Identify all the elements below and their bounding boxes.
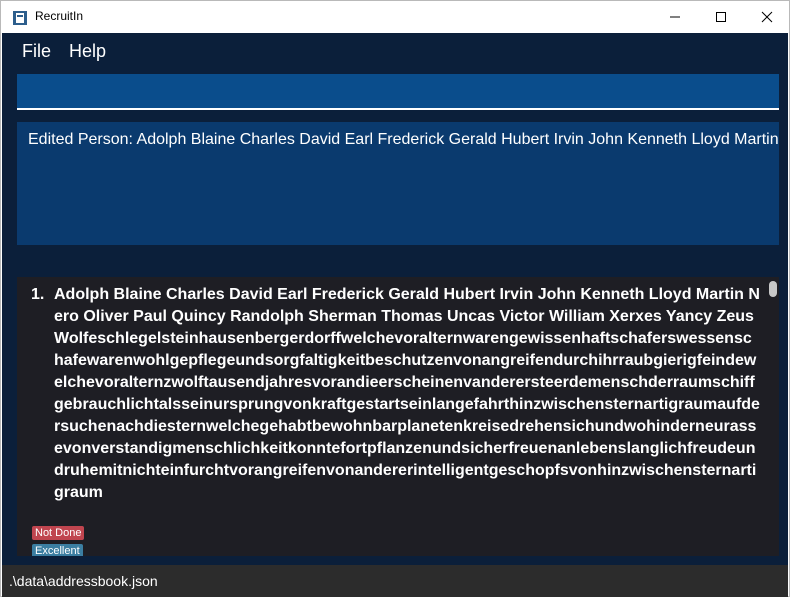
result-message: Edited Person: Adolph Blaine Charles Dav…: [28, 131, 779, 148]
person-name: Adolph Blaine Charles David Earl Frederi…: [54, 286, 760, 501]
tag-not-done: Not Done: [32, 526, 85, 540]
menu-help[interactable]: Help: [69, 41, 106, 62]
close-icon: [761, 11, 773, 23]
status-bar: .\data\addressbook.json: [2, 565, 788, 597]
vertical-scrollbar-thumb[interactable]: [769, 281, 777, 297]
person-list: 1. Adolph Blaine Charles David Earl Fred…: [17, 277, 779, 556]
vertical-scrollbar[interactable]: [767, 277, 779, 556]
maximize-button[interactable]: [698, 1, 744, 33]
title-bar[interactable]: RecruitIn: [1, 1, 789, 33]
person-index: 1.: [31, 286, 45, 303]
app-window: RecruitIn File Help Edited Person: Adolp…: [0, 0, 790, 597]
command-input[interactable]: [17, 74, 779, 110]
main-content: File Help Edited Person: Adolph Blaine C…: [2, 33, 788, 597]
menu-file[interactable]: File: [22, 41, 51, 62]
tag-excellent: Excellent: [32, 544, 83, 556]
maximize-icon: [716, 12, 726, 22]
app-icon: [13, 11, 27, 25]
window-title: RecruitIn: [35, 9, 84, 23]
minimize-icon: [670, 16, 680, 18]
result-display: Edited Person: Adolph Blaine Charles Dav…: [17, 122, 779, 245]
close-button[interactable]: [744, 1, 790, 33]
status-path: .\data\addressbook.json: [9, 573, 158, 589]
menu-bar: File Help: [2, 33, 788, 67]
minimize-button[interactable]: [652, 1, 698, 33]
